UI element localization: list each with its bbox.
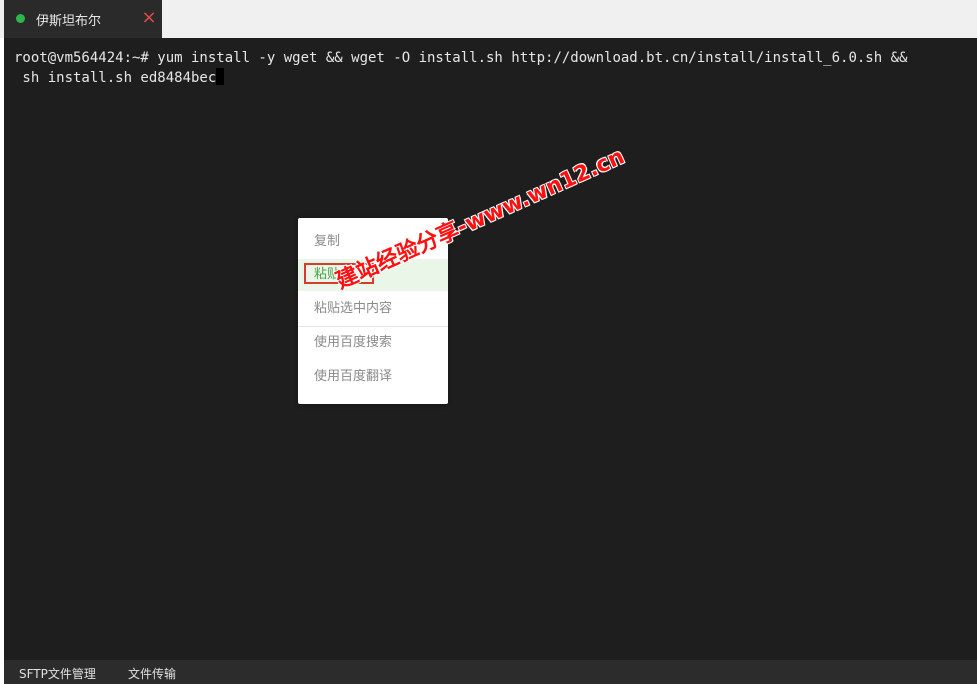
tab-bar: 伊斯坦布尔 × xyxy=(0,0,977,38)
status-bar: SFTP文件管理 文件传输 xyxy=(4,660,977,684)
tab-title: 伊斯坦布尔 xyxy=(36,14,102,29)
file-transfer-button[interactable]: 文件传输 xyxy=(128,665,176,682)
terminal-line: root@vm564424:~# yum install -y wget && … xyxy=(14,50,908,66)
terminal-area[interactable]: root@vm564424:~# yum install -y wget && … xyxy=(4,38,977,660)
close-icon[interactable]: × xyxy=(140,9,158,27)
sftp-button[interactable]: SFTP文件管理 xyxy=(19,665,96,682)
terminal-line: sh install.sh ed8484bec xyxy=(14,68,225,88)
menu-item-baidu-translate[interactable]: 使用百度翻译 xyxy=(298,361,448,393)
terminal-line-text: sh install.sh ed8484bec xyxy=(14,70,217,86)
connection-status-icon xyxy=(16,14,25,23)
session-tab[interactable]: 伊斯坦布尔 × xyxy=(4,0,162,38)
terminal-cursor xyxy=(216,68,225,85)
menu-item-paste-selection[interactable]: 粘贴选中内容 xyxy=(298,293,448,325)
menu-item-baidu-search[interactable]: 使用百度搜索 xyxy=(298,327,448,359)
